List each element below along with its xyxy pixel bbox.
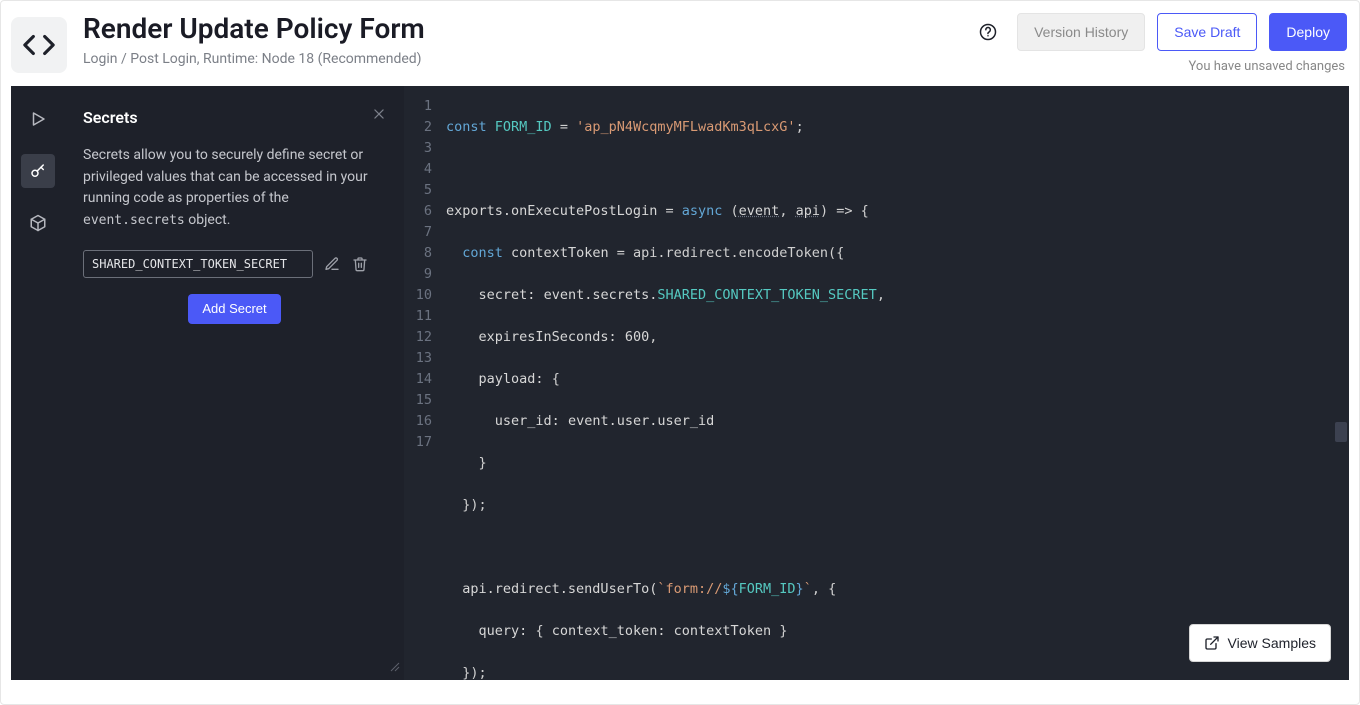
edit-secret-icon[interactable] [323, 255, 341, 273]
code-content[interactable]: const FORM_ID = 'ap_pN4WcqmyMFLwadKm3qLc… [440, 86, 1349, 680]
secrets-panel: Secrets Secrets allow you to securely de… [65, 86, 404, 680]
secrets-desc-mono: event.secrets [83, 213, 185, 228]
code-editor[interactable]: 1234567891011121314151617 const FORM_ID … [404, 86, 1349, 680]
page-title: Render Update Policy Form [83, 13, 955, 45]
code-icon [11, 17, 67, 73]
view-samples-label: View Samples [1228, 635, 1316, 651]
help-button[interactable] [971, 15, 1005, 49]
close-icon[interactable] [372, 106, 386, 125]
secrets-desc-suffix: object. [185, 212, 231, 228]
rail-dependencies-icon[interactable] [21, 206, 55, 240]
save-draft-button[interactable]: Save Draft [1157, 13, 1257, 51]
deploy-button[interactable]: Deploy [1269, 13, 1347, 51]
view-samples-button[interactable]: View Samples [1189, 624, 1331, 662]
rail-secrets-icon[interactable] [21, 154, 55, 188]
scroll-marker [1335, 422, 1347, 442]
version-history-button[interactable]: Version History [1017, 13, 1145, 51]
secrets-panel-title: Secrets [83, 108, 386, 127]
resize-handle-icon[interactable] [388, 657, 400, 676]
page-subtitle: Login / Post Login, Runtime: Node 18 (Re… [83, 51, 955, 67]
code-secret-name: SHARED_CONTEXT_TOKEN_SECRET [657, 287, 876, 303]
code-form-id-value: 'ap_pN4WcqmyMFLwadKm3qLcxG' [576, 119, 795, 135]
code-form-id-var: FORM_ID [495, 119, 552, 135]
unsaved-changes-label: You have unsaved changes [1189, 59, 1347, 74]
delete-secret-icon[interactable] [351, 255, 369, 273]
secrets-description: Secrets allow you to securely define sec… [83, 145, 386, 232]
workspace: Secrets Secrets allow you to securely de… [11, 86, 1349, 680]
editor-rail [11, 86, 65, 680]
code-form-id-ref: FORM_ID [739, 581, 796, 597]
code-expires-seconds: 600 [625, 329, 649, 345]
line-gutter: 1234567891011121314151617 [404, 86, 440, 680]
header: Render Update Policy Form Login / Post L… [1, 1, 1359, 86]
rail-run-icon[interactable] [21, 102, 55, 136]
secret-name-input[interactable] [83, 250, 313, 278]
secrets-desc-prefix: Secrets allow you to securely define sec… [83, 147, 368, 206]
add-secret-button[interactable]: Add Secret [188, 294, 280, 324]
